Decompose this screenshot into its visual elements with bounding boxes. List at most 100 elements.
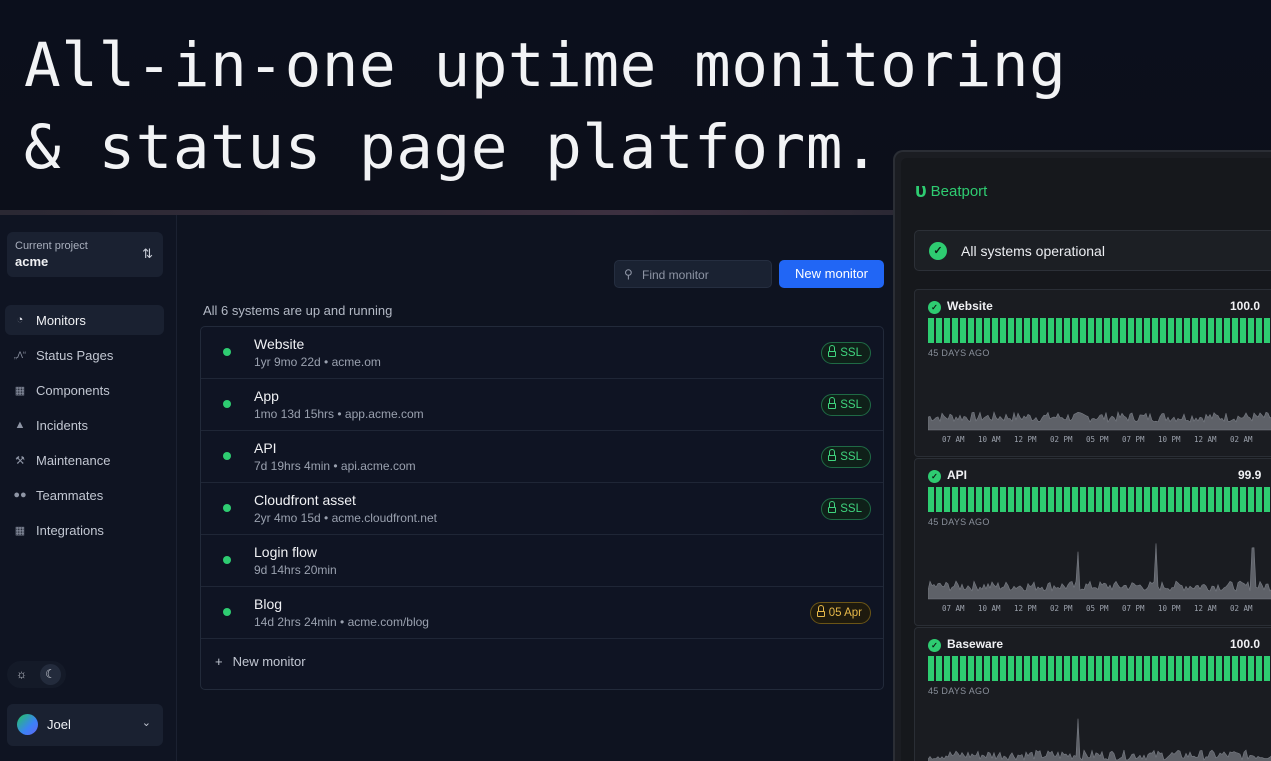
status-dot: [223, 400, 231, 408]
uptime-day-bar: [968, 656, 974, 681]
uptime-day-bar: [1088, 487, 1094, 512]
uptime-day-bar: [1072, 656, 1078, 681]
monitor-meta: 7d 19hrs 4min • api.acme.com: [254, 459, 416, 473]
uptime-day-bar: [1168, 318, 1174, 343]
user-menu[interactable]: Joel ⌄: [7, 704, 163, 746]
status-dot: [223, 608, 231, 616]
monitor-name: Cloudfront asset: [254, 492, 356, 508]
sidebar-item-label: Components: [36, 382, 110, 398]
uptime-day-bar: [1096, 487, 1102, 512]
sidebar-item-label: Incidents: [36, 417, 89, 433]
chevron-down-icon: ⌄: [141, 717, 151, 729]
time-tick-label: 07 PM: [1122, 435, 1145, 444]
operational-banner: ✓ All systems operational: [914, 230, 1271, 271]
uptime-day-bar: [1112, 656, 1118, 681]
moon-icon[interactable]: ☾: [40, 664, 61, 685]
user-name: Joel: [47, 717, 71, 732]
uptime-day-bar: [1168, 656, 1174, 681]
service-panel: ✓ Baseware 100.0 45 DAYS AGO 07 AM10 AM1…: [914, 627, 1271, 761]
monitor-row[interactable]: Blog 14d 2hrs 24min • acme.com/blog 05 A…: [201, 587, 883, 639]
status-summary: All 6 systems are up and running: [203, 303, 393, 318]
sun-icon[interactable]: ☼: [11, 664, 32, 685]
uptime-day-bar: [976, 318, 982, 343]
time-tick-label: 02 PM: [1050, 435, 1073, 444]
sidebar-item-integrations[interactable]: ▦ Integrations: [5, 515, 164, 545]
status-dot: [223, 504, 231, 512]
uptime-day-bar: [1240, 487, 1246, 512]
uptime-day-bar: [1256, 487, 1262, 512]
search-input[interactable]: [642, 266, 767, 283]
uptime-day-bar: [1176, 318, 1182, 343]
sidebar-item-monitors[interactable]: ◔ Monitors: [5, 305, 164, 335]
uptime-day-bar: [1056, 318, 1062, 343]
uptime-day-bar: [992, 656, 998, 681]
uptime-day-bar: [952, 656, 958, 681]
uptime-day-bar: [1184, 318, 1190, 343]
days-ago-label: 45 DAYS AGO: [928, 517, 990, 527]
uptime-day-bar: [936, 487, 942, 512]
uptime-day-bar: [1024, 656, 1030, 681]
search-box: ⚲: [614, 260, 772, 288]
uptime-day-bar: [1048, 487, 1054, 512]
monitor-row[interactable]: Website 1yr 9mo 22d • acme.om SSL: [201, 327, 883, 379]
uptime-day-bar: [1176, 487, 1182, 512]
monitor-row[interactable]: App 1mo 13d 15hrs • app.acme.com SSL: [201, 379, 883, 431]
project-switcher[interactable]: Current project acme ⇅: [7, 232, 163, 277]
badge-label: SSL: [840, 503, 862, 515]
search-icon: ⚲: [624, 267, 633, 281]
uptime-day-bar: [984, 656, 990, 681]
add-monitor-label: New monitor: [232, 654, 306, 669]
uptime-day-bar: [1128, 656, 1134, 681]
sidebar-item-teammates[interactable]: ●● Teammates: [5, 480, 164, 510]
time-axis: 07 AM 10 AM 12 PM 02 PM 05 PM 07 PM 10 PM 12 AM…: [928, 435, 1271, 447]
uptime-day-bar: [1048, 656, 1054, 681]
uptime-day-bar: [960, 656, 966, 681]
uptime-day-bar: [1136, 656, 1142, 681]
sidebar-item-maintenance[interactable]: ⚒ Maintenance: [5, 445, 164, 475]
sidebar-item-components[interactable]: ▦ Components: [5, 375, 164, 405]
sidebar-item-status-pages[interactable]: „Λ“ Status Pages: [5, 340, 164, 370]
monitor-row[interactable]: Cloudfront asset 2yr 4mo 15d • acme.clou…: [201, 483, 883, 535]
monitor-pie-icon: ◔: [16, 314, 24, 326]
uptime-day-bar: [1224, 656, 1230, 681]
ssl-badge: SSL: [821, 498, 871, 520]
time-tick-label: 12 AM: [1194, 435, 1217, 444]
uptime-day-bar: [1184, 656, 1190, 681]
add-monitor-link[interactable]: + New monitor: [215, 654, 306, 669]
uptime-day-bar: [1128, 318, 1134, 343]
time-tick-label: 07 AM: [942, 604, 965, 613]
uptime-day-bar: [1024, 487, 1030, 512]
uptime-day-bar: [1200, 318, 1206, 343]
uptime-day-bar: [1016, 656, 1022, 681]
response-time-chart: [928, 411, 1271, 431]
uptime-day-bar: [928, 656, 934, 681]
uptime-day-bar: [1056, 656, 1062, 681]
time-tick-label: 10 AM: [978, 604, 1001, 613]
sidebar-item-label: Status Pages: [36, 347, 114, 363]
uptime-day-bar: [992, 318, 998, 343]
uptime-day-bar: [944, 318, 950, 343]
uptime-day-bar: [1192, 318, 1198, 343]
sidebar-item-incidents[interactable]: ▲ Incidents: [5, 410, 164, 440]
uptime-day-bar: [1152, 656, 1158, 681]
time-tick-label: 05 PM: [1086, 604, 1109, 613]
lock-icon: [828, 345, 837, 357]
monitor-row[interactable]: API 7d 19hrs 4min • api.acme.com SSL: [201, 431, 883, 483]
uptime-day-bar: [1080, 318, 1086, 343]
time-tick-label: 12 AM: [1194, 604, 1217, 613]
uptime-day-bar: [1064, 656, 1070, 681]
uptime-day-bar: [1040, 656, 1046, 681]
uptime-day-bar: [1064, 487, 1070, 512]
uptime-day-bar: [1256, 656, 1262, 681]
response-time-area: [928, 411, 1271, 431]
time-tick-label: 07 AM: [942, 435, 965, 444]
status-dot: [223, 452, 231, 460]
days-ago-label: 45 DAYS AGO: [928, 686, 990, 696]
monitor-row[interactable]: Login flow 9d 14hrs 20min: [201, 535, 883, 587]
monitor-name: App: [254, 388, 279, 404]
new-monitor-button[interactable]: New monitor: [779, 260, 884, 288]
uptime-day-bar: [1176, 656, 1182, 681]
uptime-day-bar: [984, 487, 990, 512]
uptime-day-bar: [1120, 656, 1126, 681]
uptime-day-bar: [1160, 656, 1166, 681]
